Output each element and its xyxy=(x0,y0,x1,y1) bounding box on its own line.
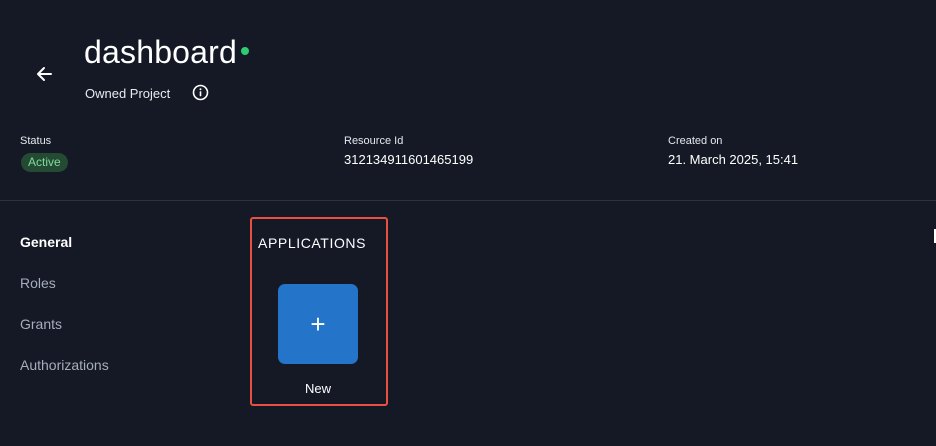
new-application-button[interactable]: + xyxy=(278,284,358,364)
created-on-value: 21. March 2025, 15:41 xyxy=(668,152,799,167)
plus-icon: + xyxy=(310,309,326,339)
applications-section-title: APPLICATIONS xyxy=(258,235,367,251)
resource-id-label: Resource Id xyxy=(344,135,404,147)
nav-item-general[interactable]: General xyxy=(20,234,72,250)
info-icon[interactable] xyxy=(192,84,209,101)
resource-id-value: 312134911601465199 xyxy=(344,152,474,167)
created-on-label: Created on xyxy=(668,135,723,147)
status-label: Status xyxy=(20,135,52,147)
new-application-label: New xyxy=(304,381,331,396)
project-page: dashboard Owned Project Status Active Re… xyxy=(0,0,936,446)
divider xyxy=(0,200,936,201)
nav-item-roles[interactable]: Roles xyxy=(20,275,56,291)
page-title: dashboard xyxy=(84,34,238,70)
nav-item-grants[interactable]: Grants xyxy=(20,316,62,332)
nav-item-authorizations[interactable]: Authorizations xyxy=(20,357,109,373)
status-badge: Active xyxy=(21,153,68,172)
status-dot xyxy=(241,47,249,55)
back-button[interactable] xyxy=(30,60,58,88)
arrow-left-icon xyxy=(37,67,52,81)
project-type: Owned Project xyxy=(85,86,171,101)
